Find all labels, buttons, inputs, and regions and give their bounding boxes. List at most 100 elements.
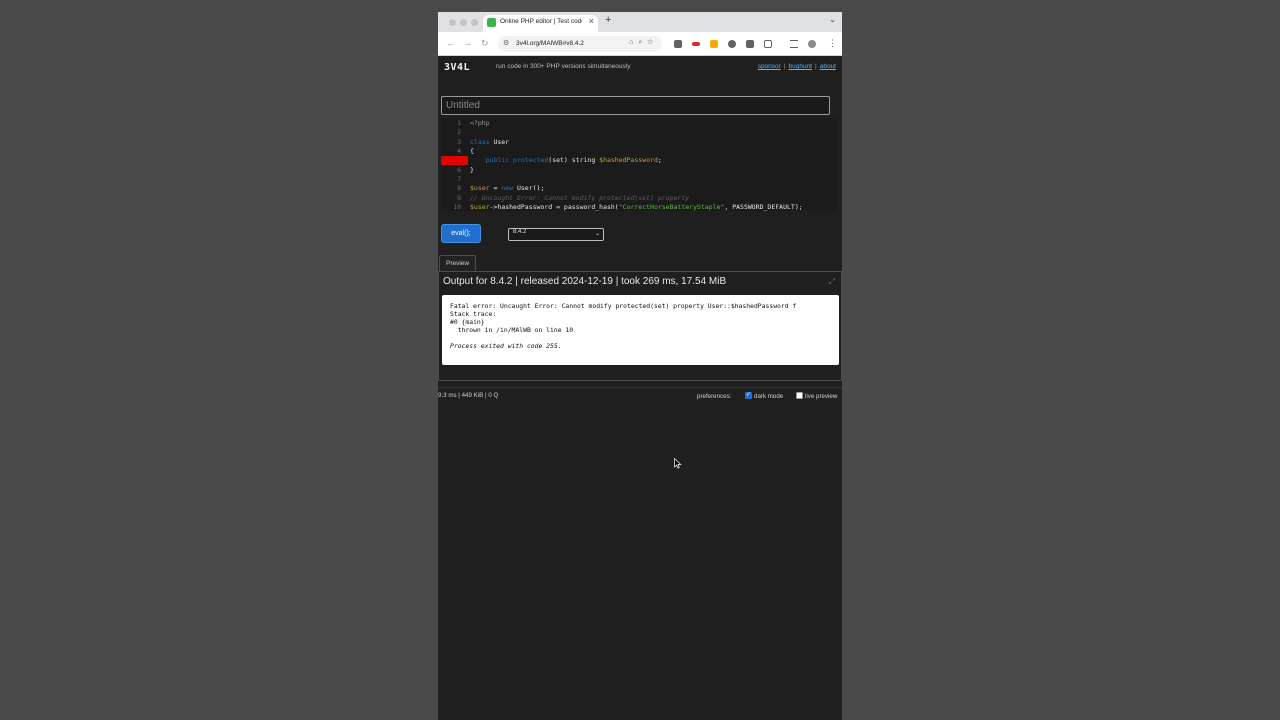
output-box: Fatal error: Uncaught Error: Cannot modi… — [442, 295, 839, 365]
tab-strip: Online PHP editor | Test code × + ⌄ — [438, 12, 842, 32]
code-token: } — [470, 165, 474, 174]
code-token: User — [493, 137, 510, 146]
code-line[interactable]: 9 // Uncaught Error: Cannot modify protec… — [441, 194, 837, 203]
address-bar[interactable]: ⚙ 3v4l.org/MAlWB#v8.4.2 ⌂⌕☆ — [498, 36, 662, 52]
code-line[interactable]: 1 <?php — [441, 119, 837, 128]
forward-icon[interactable]: → — [463, 38, 472, 48]
code-line[interactable]: 3 class User — [441, 138, 837, 147]
eval-button[interactable]: eval(); — [441, 224, 481, 243]
code-token: User(); — [516, 184, 545, 193]
link-separator: | — [783, 63, 786, 70]
line-number: 8 — [457, 184, 461, 193]
bookmark-icon[interactable]: ⌂⌕☆ — [629, 39, 658, 47]
dark-mode-checkbox[interactable]: ✓ — [745, 392, 752, 399]
extension-icon[interactable] — [746, 40, 754, 48]
code-text: <?php — [470, 119, 490, 127]
extension-icon[interactable] — [728, 40, 736, 48]
code-token: = — [489, 184, 502, 193]
window-close-dot[interactable] — [449, 19, 456, 26]
code-line[interactable]: 8 $user = new User(); — [441, 184, 837, 193]
reading-list-icon[interactable] — [790, 40, 798, 48]
line-number: 1 — [457, 119, 461, 127]
code-token: $user — [470, 184, 490, 193]
window-zoom-dot[interactable] — [471, 19, 478, 26]
chevron-down-icon: ⌄ — [594, 231, 600, 237]
code-text: // Uncaught Error: Cannot modify protect… — [470, 194, 689, 202]
code-editor[interactable]: 1 <?php 2 3 class User 4{5 public protected(s… — [441, 118, 837, 211]
line-number: 4 — [457, 147, 461, 156]
url-text[interactable]: 3v4l.org/MAlWB#v8.4.2 — [516, 40, 584, 47]
code-token: $hashedPassword — [599, 156, 658, 165]
extensions-puzzle-icon[interactable] — [764, 40, 772, 48]
code-token: // Uncaught Error: Cannot modify protect… — [470, 193, 690, 202]
code-text: $user = new User(); — [470, 184, 544, 192]
about-link[interactable]: about — [820, 63, 836, 70]
output-line: thrown in /in/MAlWB on line 10 — [450, 326, 574, 334]
code-token: { — [470, 147, 474, 156]
code-token: <?php — [470, 119, 490, 127]
exit-code-line: Process exited with code 255. — [450, 342, 562, 350]
code-token: ->hashedPassword = password_hash( — [489, 203, 619, 211]
tab-title: Online PHP editor | Test code — [500, 18, 582, 25]
code-line[interactable]: 4{ — [441, 147, 837, 156]
output-line: Fatal error: Uncaught Error: Cannot modi… — [450, 302, 797, 310]
code-line[interactable]: 6} — [441, 166, 837, 175]
output-panel: Output for 8.4.2 | released 2024-12-19 |… — [438, 271, 842, 381]
code-line[interactable]: 7 — [441, 175, 837, 184]
extension-icon[interactable] — [692, 42, 700, 46]
code-line[interactable]: 2 — [441, 128, 837, 137]
site-logo[interactable]: 3V4L — [444, 62, 470, 73]
tab-close-icon[interactable]: × — [589, 16, 594, 26]
code-token: class — [470, 137, 494, 146]
sponsor-link[interactable]: sponsor — [758, 63, 781, 70]
browser-window: Online PHP editor | Test code × + ⌄ ← → … — [438, 12, 842, 720]
browser-menu-icon[interactable]: ⋮ — [828, 38, 837, 49]
preferences-label: preferences: — [697, 393, 732, 400]
line-number: 10 — [453, 203, 461, 211]
title-input[interactable] — [441, 96, 830, 115]
line-number: 6 — [457, 165, 461, 174]
reload-icon[interactable]: ↻ — [481, 38, 489, 49]
code-token: , PASSWORD_DEFAULT); — [724, 203, 803, 211]
live-preview-label[interactable]: live preview — [805, 393, 837, 400]
new-tab-icon[interactable]: + — [605, 14, 611, 26]
page-footer: 9.3 ms | 449 KiB | 0 Q preferences: ✓ da… — [438, 387, 842, 401]
code-token: $user — [470, 203, 490, 211]
top-links: sponsor | bughunt | about — [758, 63, 836, 70]
site-tagline: run code in 300+ PHP versions simultaneo… — [496, 63, 631, 70]
line-number: 3 — [457, 137, 461, 146]
code-line[interactable]: 5 public protected(set) string $hashedPa… — [441, 156, 837, 166]
tab-search-icon[interactable]: ⌄ — [829, 15, 836, 24]
browser-toolbar: ← → ↻ ⚙ 3v4l.org/MAlWB#v8.4.2 ⌂⌕☆ ⋮ — [438, 32, 842, 56]
code-token: new — [501, 184, 517, 193]
mouse-cursor-icon — [674, 458, 682, 469]
profile-avatar-icon[interactable] — [808, 40, 816, 48]
link-separator: | — [815, 63, 817, 70]
dark-mode-label[interactable]: dark mode — [754, 393, 783, 400]
expand-icon[interactable]: ⤢ — [829, 277, 835, 287]
code-token: (set) string — [548, 156, 600, 165]
back-icon[interactable]: ← — [446, 38, 455, 48]
code-line[interactable]: 10 $user->hashedPassword = password_hash(… — [441, 203, 837, 211]
tab-preview[interactable]: Preview — [439, 255, 476, 271]
extension-icon[interactable] — [674, 40, 682, 48]
window-minimize-dot[interactable] — [460, 19, 467, 26]
line-number: 9 — [457, 193, 461, 202]
version-select-value: 8.4.2 — [513, 229, 527, 235]
code-token: "CorrectHorseBatteryStaple" — [618, 203, 725, 211]
output-header: Output for 8.4.2 | released 2024-12-19 |… — [443, 276, 727, 287]
bughunt-link[interactable]: bughunt — [789, 63, 813, 70]
error-line-marker: 5 — [441, 156, 468, 166]
code-text: public protected(set) string $hashedPass… — [470, 156, 662, 164]
browser-tab-active[interactable]: Online PHP editor | Test code × — [483, 15, 598, 32]
code-text: $user->hashedPassword = password_hash("C… — [470, 203, 803, 211]
site-settings-icon[interactable]: ⚙ — [503, 39, 509, 47]
output-line: #0 {main} — [450, 318, 485, 326]
version-select[interactable]: 8.4.2 ⌄ — [508, 228, 604, 241]
extension-icon[interactable] — [710, 40, 718, 48]
favicon-icon — [487, 18, 496, 27]
live-preview-checkbox[interactable] — [796, 392, 803, 399]
code-token: ; — [657, 156, 662, 165]
code-text: class User — [470, 138, 509, 146]
